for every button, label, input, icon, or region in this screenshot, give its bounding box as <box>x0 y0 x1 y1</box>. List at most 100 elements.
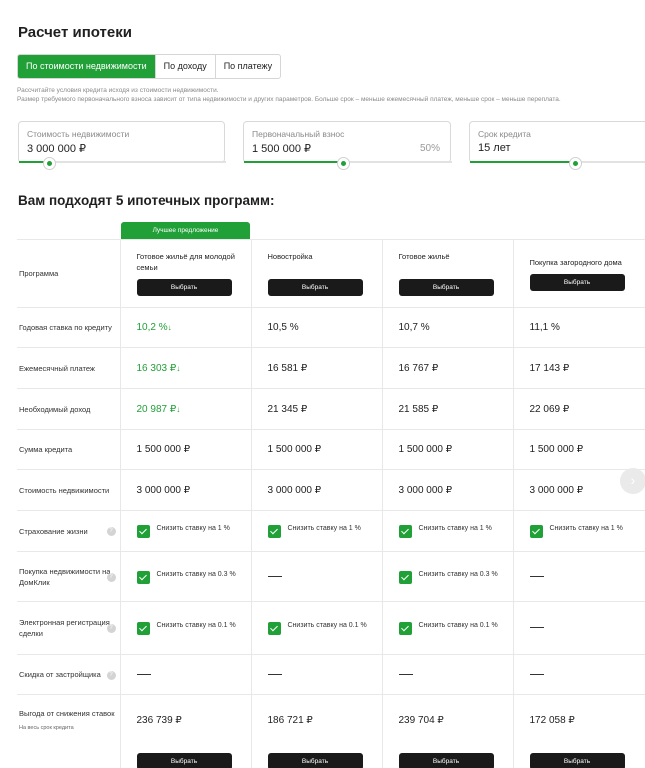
payment-value: 16 581 ₽ <box>250 347 382 389</box>
table-row: Ежемесячный платеж 16 303 ₽↓ 16 581 ₽ 16… <box>17 347 645 389</box>
term-label: Срок кредита <box>478 129 531 139</box>
term-value[interactable]: 15 лет <box>478 142 511 154</box>
price-value: 3 000 000 ₽ <box>250 469 382 511</box>
select-button[interactable]: Выбрать <box>398 753 494 768</box>
down-payment-value[interactable]: 1 500 000 ₽ <box>252 142 311 155</box>
table-row: Годовая ставка по кредиту 10,2 %↓ 10,5 %… <box>17 307 645 348</box>
down-payment-percent: 50% <box>419 143 440 154</box>
dash-icon <box>136 673 151 675</box>
program-cell: Готовое жильё для молодой семьи Выбрать <box>119 239 251 308</box>
payment-value: 16 303 ₽↓ <box>119 347 251 389</box>
income-value: 20 987 ₽↓ <box>119 388 251 430</box>
checkbox[interactable] <box>398 525 412 538</box>
table-row: Программа Готовое жильё для молодой семь… <box>17 239 645 308</box>
select-button[interactable]: Выбрать <box>267 753 363 768</box>
row-label-e-reg: Электронная регистрация сделки? <box>17 601 120 655</box>
developer-cell <box>381 654 513 695</box>
checkbox[interactable] <box>267 622 281 635</box>
tab-by-price[interactable]: По стоимости недвижимости <box>18 55 156 78</box>
dash-icon <box>529 575 544 577</box>
income-value: 21 345 ₽ <box>250 388 382 430</box>
row-sublabel: На весь срок кредита <box>19 724 74 731</box>
select-button[interactable]: Выбрать <box>136 753 232 768</box>
term-slider-handle[interactable] <box>569 157 582 170</box>
select-button[interactable]: Выбрать <box>529 753 625 768</box>
rate-value: 11,1 % <box>512 307 645 348</box>
row-label-text: Выгода от снижения ставок <box>19 708 115 718</box>
term-field[interactable]: Срок кредита 15 лет <box>469 121 645 170</box>
price-slider-handle[interactable] <box>43 157 56 170</box>
insurance-cell: Снизить ставку на 1 % <box>512 510 645 552</box>
dash-icon <box>267 673 282 675</box>
program-cell: Новостройка Выбрать <box>250 239 382 308</box>
row-label-rate: Годовая ставка по кредиту <box>17 307 120 348</box>
tab-by-payment[interactable]: По платежу <box>216 55 280 78</box>
price-field[interactable]: Стоимость недвижимости 3 000 000 ₽ <box>18 121 226 170</box>
checkbox[interactable] <box>529 525 543 538</box>
description-line-1: Рассчитайте условия кредита исходя из ст… <box>17 87 219 94</box>
info-icon[interactable]: ? <box>106 670 116 680</box>
tab-by-income[interactable]: По доходу <box>156 55 216 78</box>
table-row: Сумма кредита 1 500 000 ₽ 1 500 000 ₽ 1 … <box>17 429 645 470</box>
description-line-2: Размер требуемого первоначального взноса… <box>17 96 561 103</box>
arrow-down-icon: ↓ <box>176 363 181 373</box>
program-name: Новостройка <box>267 252 313 261</box>
select-button[interactable]: Выбрать <box>398 279 494 296</box>
row-label-payment: Ежемесячный платеж <box>17 347 120 389</box>
checkbox[interactable] <box>398 570 412 584</box>
insurance-cell: Снизить ставку на 1 % <box>250 510 382 552</box>
checkbox-label: Снизить ставку на 1 % <box>287 525 361 532</box>
row-label-text: Покупка недвижимости на ДомКлик <box>19 566 111 587</box>
down-payment-field[interactable]: Первоначальный взнос 1 500 000 ₽ 50% <box>243 121 452 170</box>
dash-icon <box>398 673 413 675</box>
developer-cell <box>119 654 251 695</box>
table-row: Покупка недвижимости на ДомКлик? Снизить… <box>17 551 645 602</box>
domclick-cell: Снизить ставку на 0.3 % <box>381 551 513 602</box>
row-label-developer: Скидка от застройщика? <box>17 654 120 695</box>
program-name: Готовое жильё для молодой семьи <box>136 252 235 272</box>
domclick-cell <box>250 551 382 602</box>
programs-table: Программа Готовое жильё для молодой семь… <box>17 239 645 768</box>
row-label-price: Стоимость недвижимости <box>17 469 120 511</box>
checkbox-label: Снизить ставку на 1 % <box>549 525 623 532</box>
term-slider[interactable] <box>470 161 645 163</box>
select-button[interactable]: Выбрать <box>267 279 363 296</box>
button-cell: Выбрать <box>381 746 513 768</box>
checkbox-label: Снизить ставку на 0.3 % <box>418 570 498 578</box>
table-row: Электронная регистрация сделки? Снизить … <box>17 601 645 655</box>
rate-value: 10,2 %↓ <box>119 307 251 348</box>
row-label-loan: Сумма кредита <box>17 429 120 470</box>
e-reg-cell: Снизить ставку на 0.1 % <box>381 601 513 655</box>
down-payment-slider-handle[interactable] <box>337 157 350 170</box>
info-icon[interactable]: ? <box>106 624 116 633</box>
dash-icon <box>267 575 282 577</box>
checkbox-label: Снизить ставку на 0.1 % <box>156 622 236 629</box>
domclick-cell: Снизить ставку на 0.3 % <box>119 551 251 602</box>
table-row: Выгода от снижения ставок На весь срок кр… <box>17 694 645 747</box>
checkbox[interactable] <box>267 525 281 538</box>
row-label-domclick: Покупка недвижимости на ДомКлик? <box>17 551 120 602</box>
row-label-income: Необходимый доход <box>17 388 120 430</box>
checkbox[interactable] <box>136 525 150 538</box>
checkbox[interactable] <box>136 570 150 584</box>
checkbox[interactable] <box>398 622 412 635</box>
loan-value: 1 500 000 ₽ <box>250 429 382 470</box>
table-row: Скидка от застройщика? <box>17 654 645 695</box>
price-value[interactable]: 3 000 000 ₽ <box>27 142 86 155</box>
rate-value: 10,7 % <box>381 307 513 348</box>
e-reg-cell: Снизить ставку на 0.1 % <box>119 601 251 655</box>
table-row: Страхование жизни? Снизить ставку на 1 %… <box>17 510 645 552</box>
page-title: Расчет ипотеки <box>18 24 132 41</box>
rate-text: 10,2 % <box>136 322 168 333</box>
chevron-right-icon[interactable]: › <box>620 468 645 494</box>
button-cell: Выбрать <box>119 746 251 768</box>
select-button[interactable]: Выбрать <box>136 279 232 296</box>
program-name: Покупка загородного дома <box>529 257 622 267</box>
info-icon[interactable]: ? <box>106 572 116 582</box>
programs-heading: Вам подходят 5 ипотечных программ: <box>18 193 275 208</box>
info-icon[interactable]: ? <box>106 527 116 536</box>
select-button[interactable]: Выбрать <box>529 273 625 291</box>
program-cell: Готовое жильё Выбрать <box>381 239 513 308</box>
price-value: 3 000 000 ₽ <box>119 469 251 511</box>
checkbox[interactable] <box>136 622 150 635</box>
